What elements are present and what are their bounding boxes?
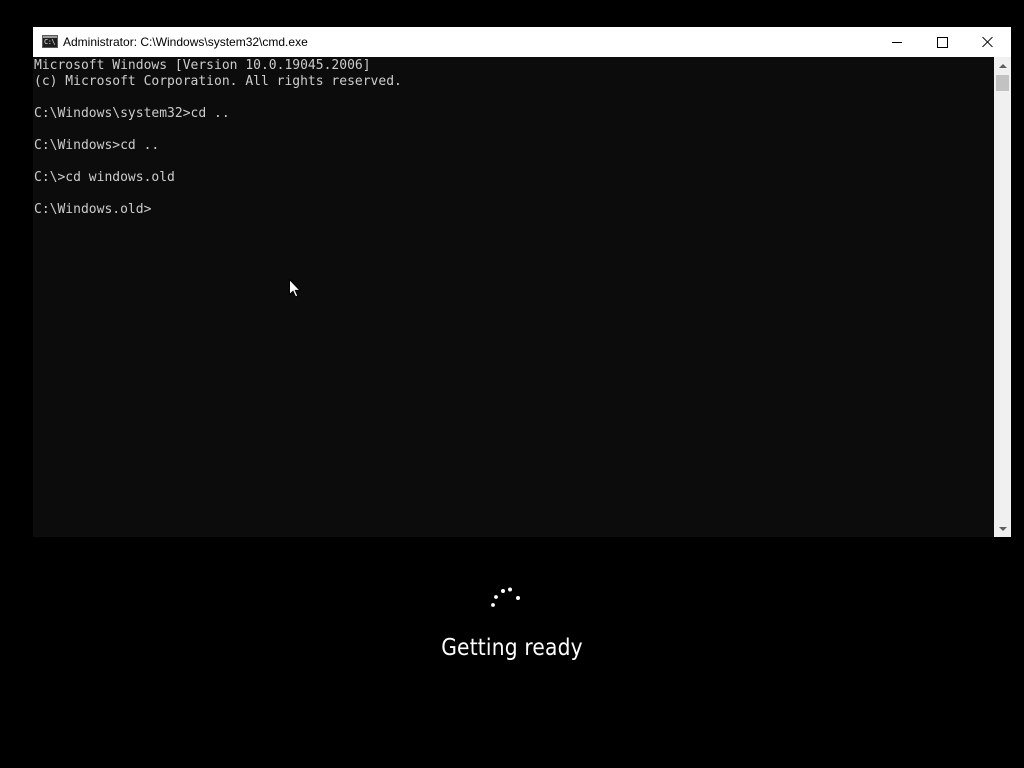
console-output[interactable]: Microsoft Windows [Version 10.0.19045.20… [33, 57, 994, 537]
console-prompt[interactable]: C:\Windows.old> [33, 202, 994, 218]
console-line: C:\Windows>cd .. [34, 138, 160, 153]
console-line: C:\Windows\system32>cd .. [34, 106, 230, 121]
cmd-icon-glyph: C:\ [44, 38, 56, 46]
title-bar[interactable]: C:\ Administrator: C:\Windows\system32\c… [33, 27, 1011, 57]
minimize-button[interactable] [874, 27, 920, 57]
cmd-icon[interactable]: C:\ [42, 35, 58, 48]
window-title: Administrator: C:\Windows\system32\cmd.e… [63, 35, 308, 49]
maximize-icon [936, 36, 948, 48]
cmd-window[interactable]: C:\ Administrator: C:\Windows\system32\c… [33, 27, 1011, 537]
vertical-scrollbar[interactable] [994, 57, 1011, 537]
scroll-up-button[interactable] [994, 57, 1011, 74]
close-icon [982, 36, 994, 48]
close-button[interactable] [965, 27, 1011, 57]
loading-spinner-icon [491, 587, 520, 607]
scroll-thumb[interactable] [996, 75, 1009, 91]
maximize-button[interactable] [919, 27, 965, 57]
status-text: Getting ready [441, 635, 583, 661]
chevron-down-icon [998, 526, 1007, 531]
mouse-pointer-icon [289, 279, 301, 298]
chevron-up-icon [998, 63, 1007, 68]
console-line: Microsoft Windows [Version 10.0.19045.20… [34, 58, 371, 73]
minimize-icon [892, 41, 902, 43]
console-line: (c) Microsoft Corporation. All rights re… [34, 74, 402, 89]
screen: C:\ Administrator: C:\Windows\system32\c… [0, 0, 1024, 768]
console-line: C:\>cd windows.old [34, 170, 175, 185]
scroll-down-button[interactable] [994, 520, 1011, 537]
